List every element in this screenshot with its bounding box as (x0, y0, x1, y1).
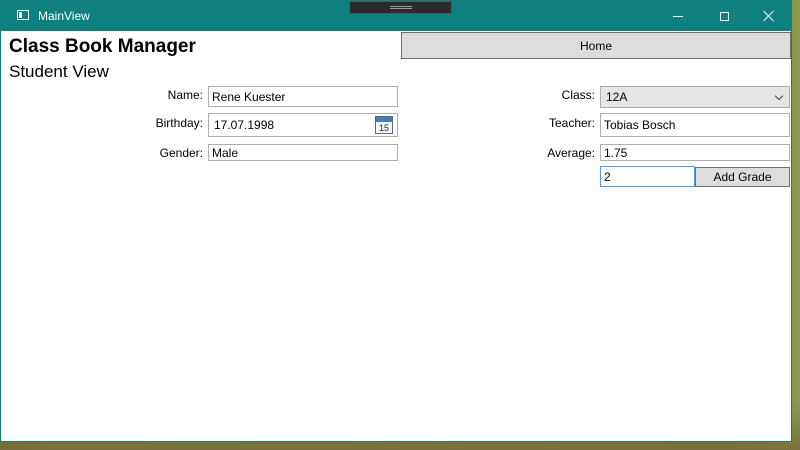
birthday-label: Birthday: (155, 116, 203, 130)
class-selected-value: 12A (606, 90, 628, 104)
home-button[interactable]: Home (401, 32, 791, 59)
close-icon (763, 10, 775, 22)
teacher-field[interactable]: Tobias Bosch (600, 113, 790, 137)
name-label: Name: (167, 88, 203, 102)
gender-label: Gender: (159, 146, 203, 160)
add-grade-button[interactable]: Add Grade (695, 167, 790, 187)
window-title: MainView (38, 9, 90, 23)
client-area: Class Book Manager Student View Home Nam… (1, 31, 791, 441)
minimize-button[interactable] (655, 1, 701, 31)
minimize-icon (673, 15, 683, 17)
class-label: Class: (561, 88, 595, 102)
maximize-button[interactable] (701, 1, 747, 31)
close-button[interactable] (746, 1, 792, 31)
chevron-down-icon (774, 91, 784, 101)
gender-field[interactable]: Male (208, 144, 398, 161)
birthday-value: 17.07.1998 (214, 118, 275, 132)
calendar-icon[interactable]: 15 (375, 116, 393, 134)
maximize-icon (719, 11, 729, 21)
average-field[interactable]: 1.75 (600, 144, 790, 161)
main-window: MainView Class Book Manager Student View… (0, 0, 792, 442)
grade-input[interactable]: 2 (600, 166, 695, 187)
average-label: Average: (547, 146, 595, 160)
name-field[interactable]: Rene Kuester (208, 86, 398, 107)
teacher-label: Teacher: (548, 116, 595, 130)
debug-toolbar-grip[interactable] (349, 1, 452, 14)
class-select[interactable]: 12A (600, 86, 790, 108)
view-title: Student View (9, 62, 109, 81)
app-title: Class Book Manager (9, 36, 196, 57)
app-window-icon (17, 10, 29, 20)
birthday-datepicker[interactable]: 17.07.1998 15 (208, 113, 398, 137)
